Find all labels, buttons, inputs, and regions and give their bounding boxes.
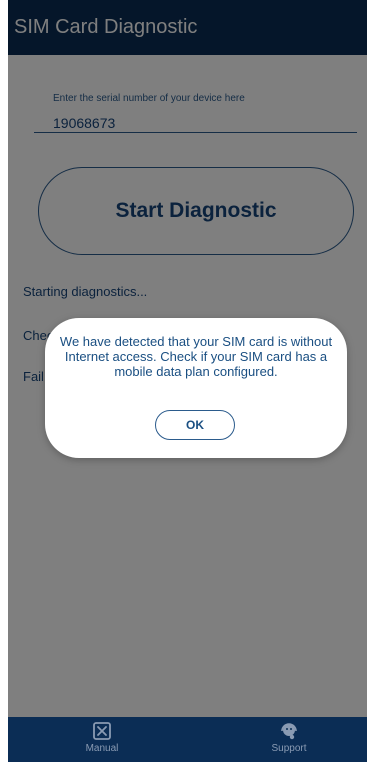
nav-label-support: Support [271,743,307,754]
bottom-navigation: Manual Support [8,717,367,762]
manual-icon [93,722,111,740]
dialog-message: We have detected that your SIM card is w… [59,334,333,379]
ok-button[interactable]: OK [155,410,235,440]
support-headset-icon [281,723,297,740]
nav-label-manual: Manual [85,743,119,754]
no-internet-dialog: We have detected that your SIM card is w… [45,318,347,458]
nav-item-support[interactable]: Support [249,721,329,754]
nav-item-manual[interactable]: Manual [62,721,142,754]
app-screen: SIM Card Diagnostic Enter the serial num… [8,0,367,762]
